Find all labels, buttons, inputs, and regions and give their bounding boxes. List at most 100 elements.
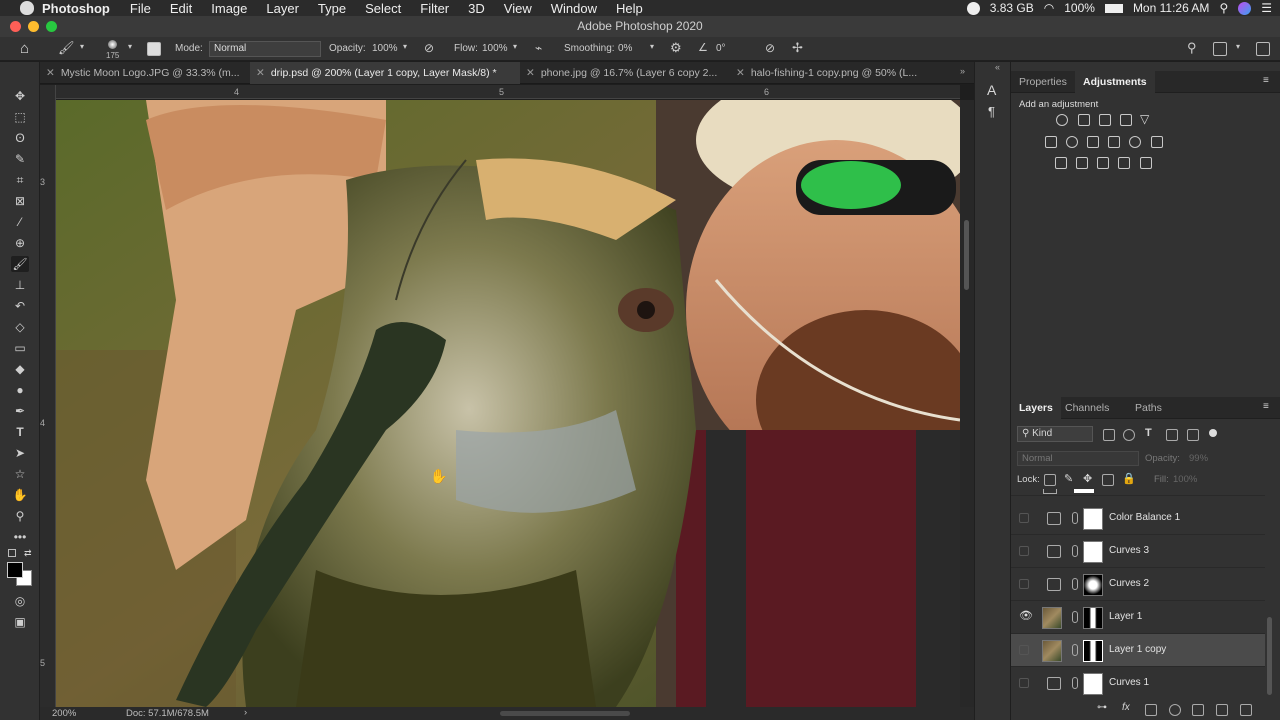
layer-mask-thumbnail[interactable]: [1083, 607, 1103, 629]
chevron-down-icon[interactable]: ▾: [403, 42, 407, 51]
crop-tool-icon[interactable]: ⌗: [11, 172, 29, 188]
lock-transparent-icon[interactable]: [1044, 474, 1056, 486]
gradient-map-icon[interactable]: [1140, 157, 1152, 169]
tab-properties[interactable]: Properties: [1011, 71, 1075, 93]
menu-edit[interactable]: Edit: [170, 1, 192, 16]
menu-app-name[interactable]: Photoshop: [42, 1, 110, 16]
layer-row[interactable]: Layer 1 copy: [1011, 634, 1265, 667]
vibrance-icon[interactable]: ▽: [1140, 112, 1149, 126]
layer-mask-thumbnail[interactable]: [1083, 541, 1103, 563]
lock-position-icon[interactable]: ✥: [1083, 472, 1092, 485]
color-balance-icon[interactable]: [1066, 136, 1078, 148]
brush-settings-panel-icon[interactable]: [147, 42, 161, 56]
layer-mask-thumbnail[interactable]: [1083, 508, 1103, 530]
menu-file[interactable]: File: [130, 1, 151, 16]
zoom-level[interactable]: 200%: [52, 708, 76, 719]
blur-tool-icon[interactable]: ◆: [11, 361, 29, 377]
layer-name[interactable]: Curves 2: [1109, 578, 1149, 589]
exposure-icon[interactable]: [1120, 114, 1132, 126]
scrollbar-thumb[interactable]: [964, 220, 969, 290]
menu-help[interactable]: Help: [616, 1, 643, 16]
visibility-toggle[interactable]: [1019, 546, 1029, 556]
clone-stamp-tool-icon[interactable]: ⊥: [11, 277, 29, 293]
menu-type[interactable]: Type: [318, 1, 346, 16]
layer-thumbnail[interactable]: [1042, 607, 1062, 629]
layer-name[interactable]: Curves 3: [1109, 545, 1149, 556]
close-icon[interactable]: ✕: [256, 67, 265, 79]
tab-paths[interactable]: Paths: [1127, 397, 1170, 419]
close-window-button[interactable]: [10, 21, 21, 32]
invert-icon[interactable]: [1055, 157, 1067, 169]
flow-field[interactable]: 100%: [482, 43, 508, 54]
horizontal-ruler[interactable]: 4 5 6: [56, 85, 960, 99]
visibility-toggle[interactable]: [1019, 678, 1029, 688]
filter-toggle-icon[interactable]: [1209, 429, 1217, 437]
filter-smart-object-icon[interactable]: [1187, 429, 1199, 441]
layers-scrollbar[interactable]: [1267, 617, 1272, 695]
wifi-icon[interactable]: ◠: [1044, 1, 1054, 15]
horizontal-scrollbar[interactable]: [500, 711, 630, 716]
eraser-tool-icon[interactable]: ◇: [11, 319, 29, 335]
brush-tip-preview-icon[interactable]: [108, 40, 117, 49]
opacity-field[interactable]: 100%: [372, 43, 398, 54]
menu-layer[interactable]: Layer: [266, 1, 299, 16]
lock-artboard-icon[interactable]: [1102, 474, 1114, 486]
symmetry-icon[interactable]: ✢: [792, 40, 803, 56]
menu-3d[interactable]: 3D: [468, 1, 485, 16]
chevron-down-icon[interactable]: ▾: [128, 42, 132, 51]
path-selection-tool-icon[interactable]: ➤: [11, 445, 29, 461]
swap-colors-icon[interactable]: ⇄: [24, 548, 32, 559]
frame-tool-icon[interactable]: ⊠: [11, 193, 29, 209]
layer-name[interactable]: Layer 1: [1109, 611, 1142, 622]
siri-icon[interactable]: [1238, 1, 1252, 15]
layer-opacity-field[interactable]: 99%: [1189, 453, 1208, 464]
menu-view[interactable]: View: [504, 1, 532, 16]
doc-size[interactable]: Doc: 57.1M/678.5M: [126, 708, 209, 719]
notification-center-icon[interactable]: ☰: [1261, 1, 1272, 15]
chevron-down-icon[interactable]: ▾: [513, 42, 517, 51]
levels-icon[interactable]: [1078, 114, 1090, 126]
screen-mode-icon[interactable]: ▣: [11, 614, 29, 630]
vertical-scrollbar[interactable]: [960, 100, 974, 707]
link-icon[interactable]: [1072, 611, 1078, 623]
gear-icon[interactable]: ⚙: [670, 40, 682, 56]
layer-name[interactable]: Color Balance 1: [1109, 512, 1180, 523]
photo-filter-icon[interactable]: [1108, 136, 1120, 148]
layer-row[interactable]: Curves 1: [1011, 667, 1265, 695]
menu-filter[interactable]: Filter: [420, 1, 449, 16]
visibility-toggle[interactable]: [1019, 513, 1029, 523]
spotlight-icon[interactable]: ⚲: [1219, 1, 1228, 15]
color-lookup-icon[interactable]: [1151, 136, 1163, 148]
link-icon[interactable]: [1072, 512, 1078, 524]
layer-row[interactable]: Color Balance 1: [1011, 502, 1265, 535]
healing-brush-tool-icon[interactable]: ⊕: [11, 235, 29, 251]
tab-drip-psd[interactable]: ✕ drip.psd @ 200% (Layer 1 copy, Layer Ma…: [250, 62, 520, 84]
move-tool-icon[interactable]: ✥: [11, 88, 29, 104]
fill-field[interactable]: 100%: [1173, 474, 1197, 485]
gradient-tool-icon[interactable]: ▭: [11, 340, 29, 356]
filter-pixel-icon[interactable]: [1103, 429, 1115, 441]
zoom-tool-icon[interactable]: ⚲: [11, 508, 29, 524]
more-tools-icon[interactable]: •••: [11, 529, 29, 545]
layer-name[interactable]: Curves 1: [1109, 677, 1149, 688]
fx-icon[interactable]: fx: [1122, 702, 1130, 713]
airbrush-icon[interactable]: ⌁: [535, 41, 542, 55]
quick-selection-tool-icon[interactable]: ✎: [11, 151, 29, 167]
character-panel-icon[interactable]: A: [987, 82, 996, 98]
curves-icon[interactable]: [1099, 114, 1111, 126]
document-canvas[interactable]: ✋: [56, 100, 960, 707]
hue-saturation-icon[interactable]: [1045, 136, 1057, 148]
layer-mask-thumbnail[interactable]: [1083, 574, 1103, 596]
chevron-down-icon[interactable]: ▾: [80, 42, 84, 51]
apple-icon[interactable]: [20, 1, 34, 15]
layer-mask-thumbnail[interactable]: [1083, 673, 1103, 695]
vertical-ruler[interactable]: 3 4 5: [40, 85, 56, 707]
smoothing-field[interactable]: 0%: [618, 43, 632, 54]
link-icon[interactable]: [1072, 677, 1078, 689]
battery-readout[interactable]: 100%: [1064, 1, 1095, 15]
filter-shape-icon[interactable]: [1166, 429, 1178, 441]
eyedropper-tool-icon[interactable]: ⁄: [11, 214, 29, 230]
angle-icon[interactable]: ∠: [698, 41, 708, 54]
layer-row[interactable]: [1011, 489, 1265, 496]
layer-row[interactable]: Curves 2: [1011, 568, 1265, 601]
